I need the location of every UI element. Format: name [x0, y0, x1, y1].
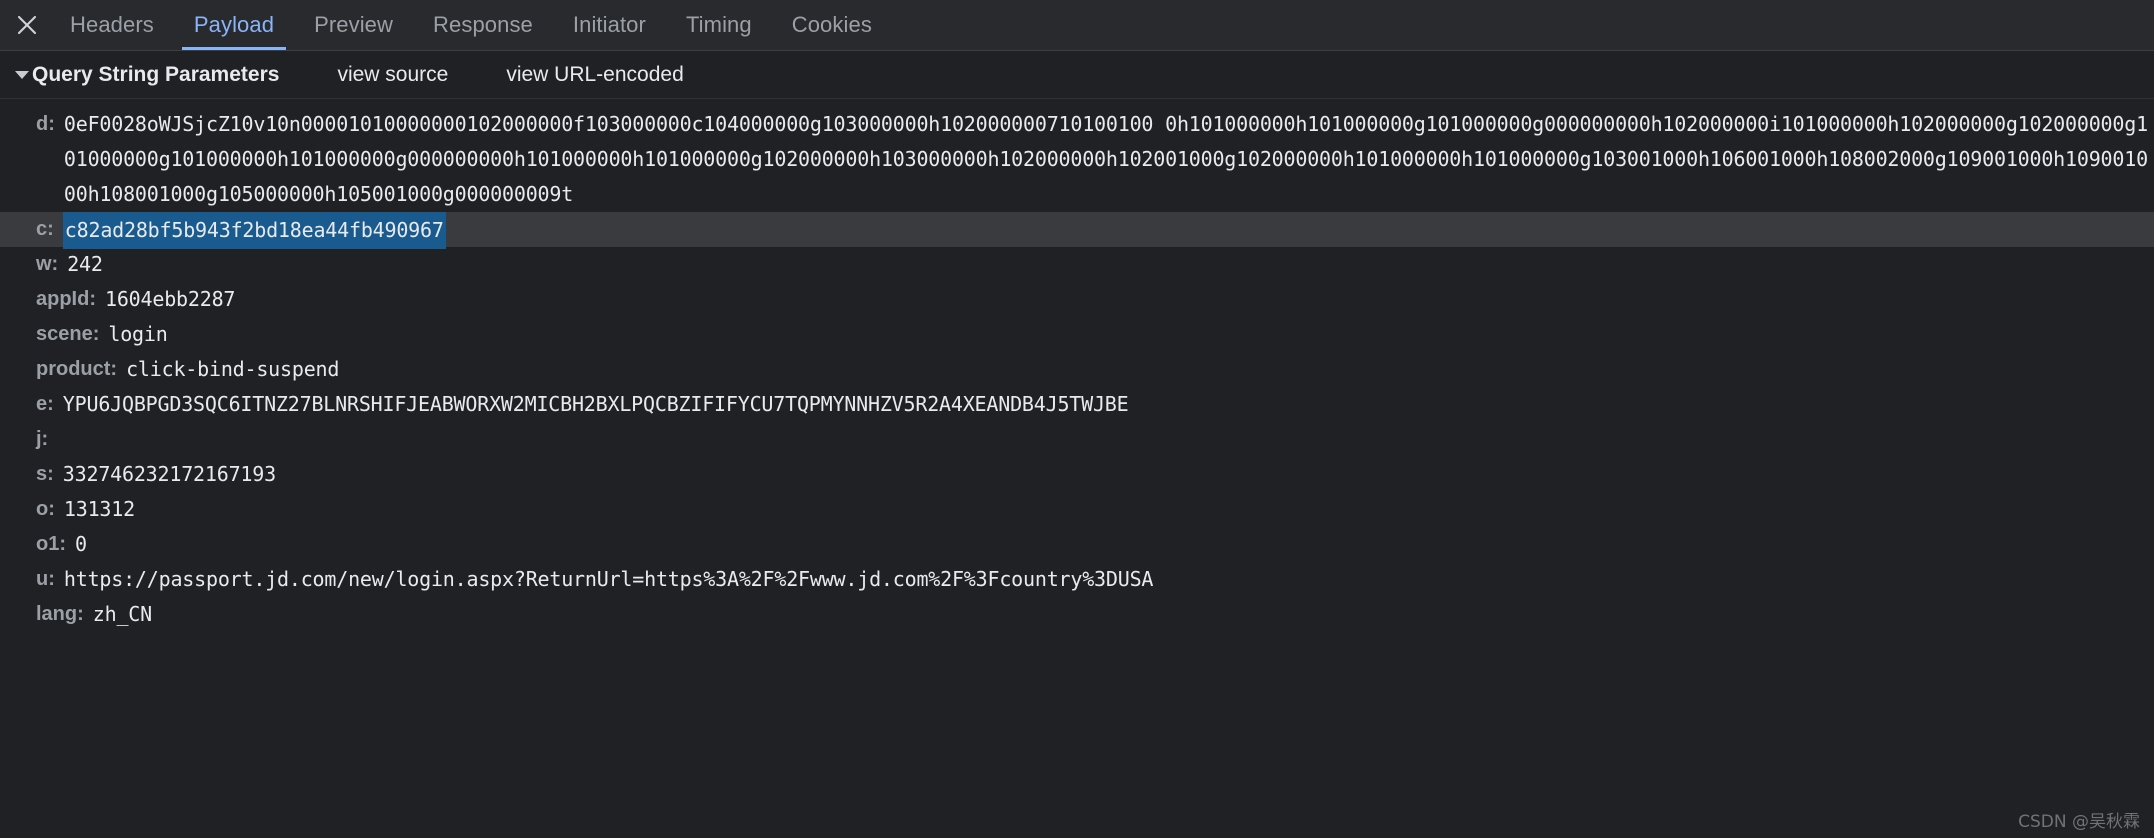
parameter-value[interactable]: login [108, 317, 2154, 352]
parameter-row[interactable]: u: https://passport.jd.com/new/login.aspx… [0, 562, 2154, 597]
parameter-value[interactable]: 0eF0028oWJSjcZ10v10n00001010000000102000… [64, 107, 2154, 212]
parameter-row[interactable]: scene: login [0, 317, 2154, 352]
parameter-value[interactable]: 332746232172167193 [63, 457, 2154, 492]
tab-payload[interactable]: Payload [174, 0, 294, 50]
tab-preview[interactable]: Preview [294, 0, 413, 50]
parameter-key: u: [36, 568, 55, 590]
parameter-value[interactable]: 131312 [64, 492, 2154, 527]
tab-cookies[interactable]: Cookies [772, 0, 892, 50]
parameter-value[interactable]: YPU6JQBPGD3SQC6ITNZ27BLNRSHIFJEABWORXW2M… [63, 387, 2154, 422]
parameter-key: s: [36, 463, 54, 485]
parameter-value[interactable]: 242 [67, 247, 2154, 282]
parameter-value[interactable]: 1604ebb2287 [105, 282, 2154, 317]
tab-headers[interactable]: Headers [50, 0, 174, 50]
parameter-value[interactable]: c82ad28bf5b943f2bd18ea44fb490967 [62, 212, 446, 249]
tab-label: Timing [685, 12, 752, 37]
parameter-key: o: [36, 498, 55, 520]
section-title: Query String Parameters [32, 62, 280, 86]
view-source-link[interactable]: view source [337, 63, 448, 87]
tab-label: Initiator [572, 12, 646, 37]
parameter-value[interactable]: zh_CN [93, 597, 2154, 632]
parameter-value[interactable]: https://passport.jd.com/new/login.aspx?R… [64, 562, 2154, 597]
parameter-value[interactable]: 0 [75, 527, 2154, 562]
parameter-key: appId: [36, 288, 96, 310]
parameter-row[interactable]: lang: zh_CN [0, 597, 2154, 632]
tab-label: Headers [70, 12, 154, 37]
triangle-down-icon[interactable] [14, 70, 30, 79]
parameter-key: lang: [36, 603, 84, 625]
panel-tabbar: Headers Payload Preview Response Initiat… [0, 0, 2154, 51]
tab-label: Preview [314, 12, 394, 37]
parameter-key: c: [36, 218, 54, 240]
close-icon[interactable] [4, 0, 50, 50]
parameter-row[interactable]: s: 332746232172167193 [0, 457, 2154, 492]
parameters-list: d: 0eF0028oWJSjcZ10v10n000010100000001020… [0, 99, 2154, 838]
tab-timing[interactable]: Timing [666, 0, 772, 50]
devtools-network-detail-panel: Headers Payload Preview Response Initiat… [0, 0, 2154, 838]
parameter-row[interactable]: o: 131312 [0, 492, 2154, 527]
parameter-row[interactable]: o1: 0 [0, 527, 2154, 562]
parameter-row[interactable]: appId: 1604ebb2287 [0, 282, 2154, 317]
parameter-key: scene: [36, 323, 100, 345]
parameter-key: o1: [36, 533, 66, 555]
parameter-row[interactable]: d: 0eF0028oWJSjcZ10v10n000010100000001020… [0, 107, 2154, 212]
parameter-key: product: [36, 358, 118, 380]
tab-initiator[interactable]: Initiator [553, 0, 666, 50]
tab-label: Response [433, 12, 533, 37]
parameter-key: e: [36, 393, 54, 415]
view-url-encoded-link[interactable]: view URL-encoded [506, 63, 683, 87]
query-string-parameters-header: Query String Parameters view source view… [0, 51, 2154, 99]
parameter-row[interactable]: e: YPU6JQBPGD3SQC6ITNZ27BLNRSHIFJEABWORXW… [0, 387, 2154, 422]
parameter-value[interactable]: click-bind-suspend [126, 352, 2154, 387]
tab-label: Cookies [791, 12, 872, 37]
tab-response[interactable]: Response [413, 0, 553, 50]
parameter-key: w: [36, 253, 59, 275]
parameter-key: j: [36, 428, 49, 450]
parameter-row[interactable]: j: [0, 422, 2154, 457]
parameter-row[interactable]: c: c82ad28bf5b943f2bd18ea44fb490967 [0, 212, 2154, 249]
parameter-key: d: [36, 113, 55, 135]
tab-label: Payload [193, 12, 275, 37]
parameter-row[interactable]: w: 242 [0, 247, 2154, 282]
parameter-row[interactable]: product: click-bind-suspend [0, 352, 2154, 387]
